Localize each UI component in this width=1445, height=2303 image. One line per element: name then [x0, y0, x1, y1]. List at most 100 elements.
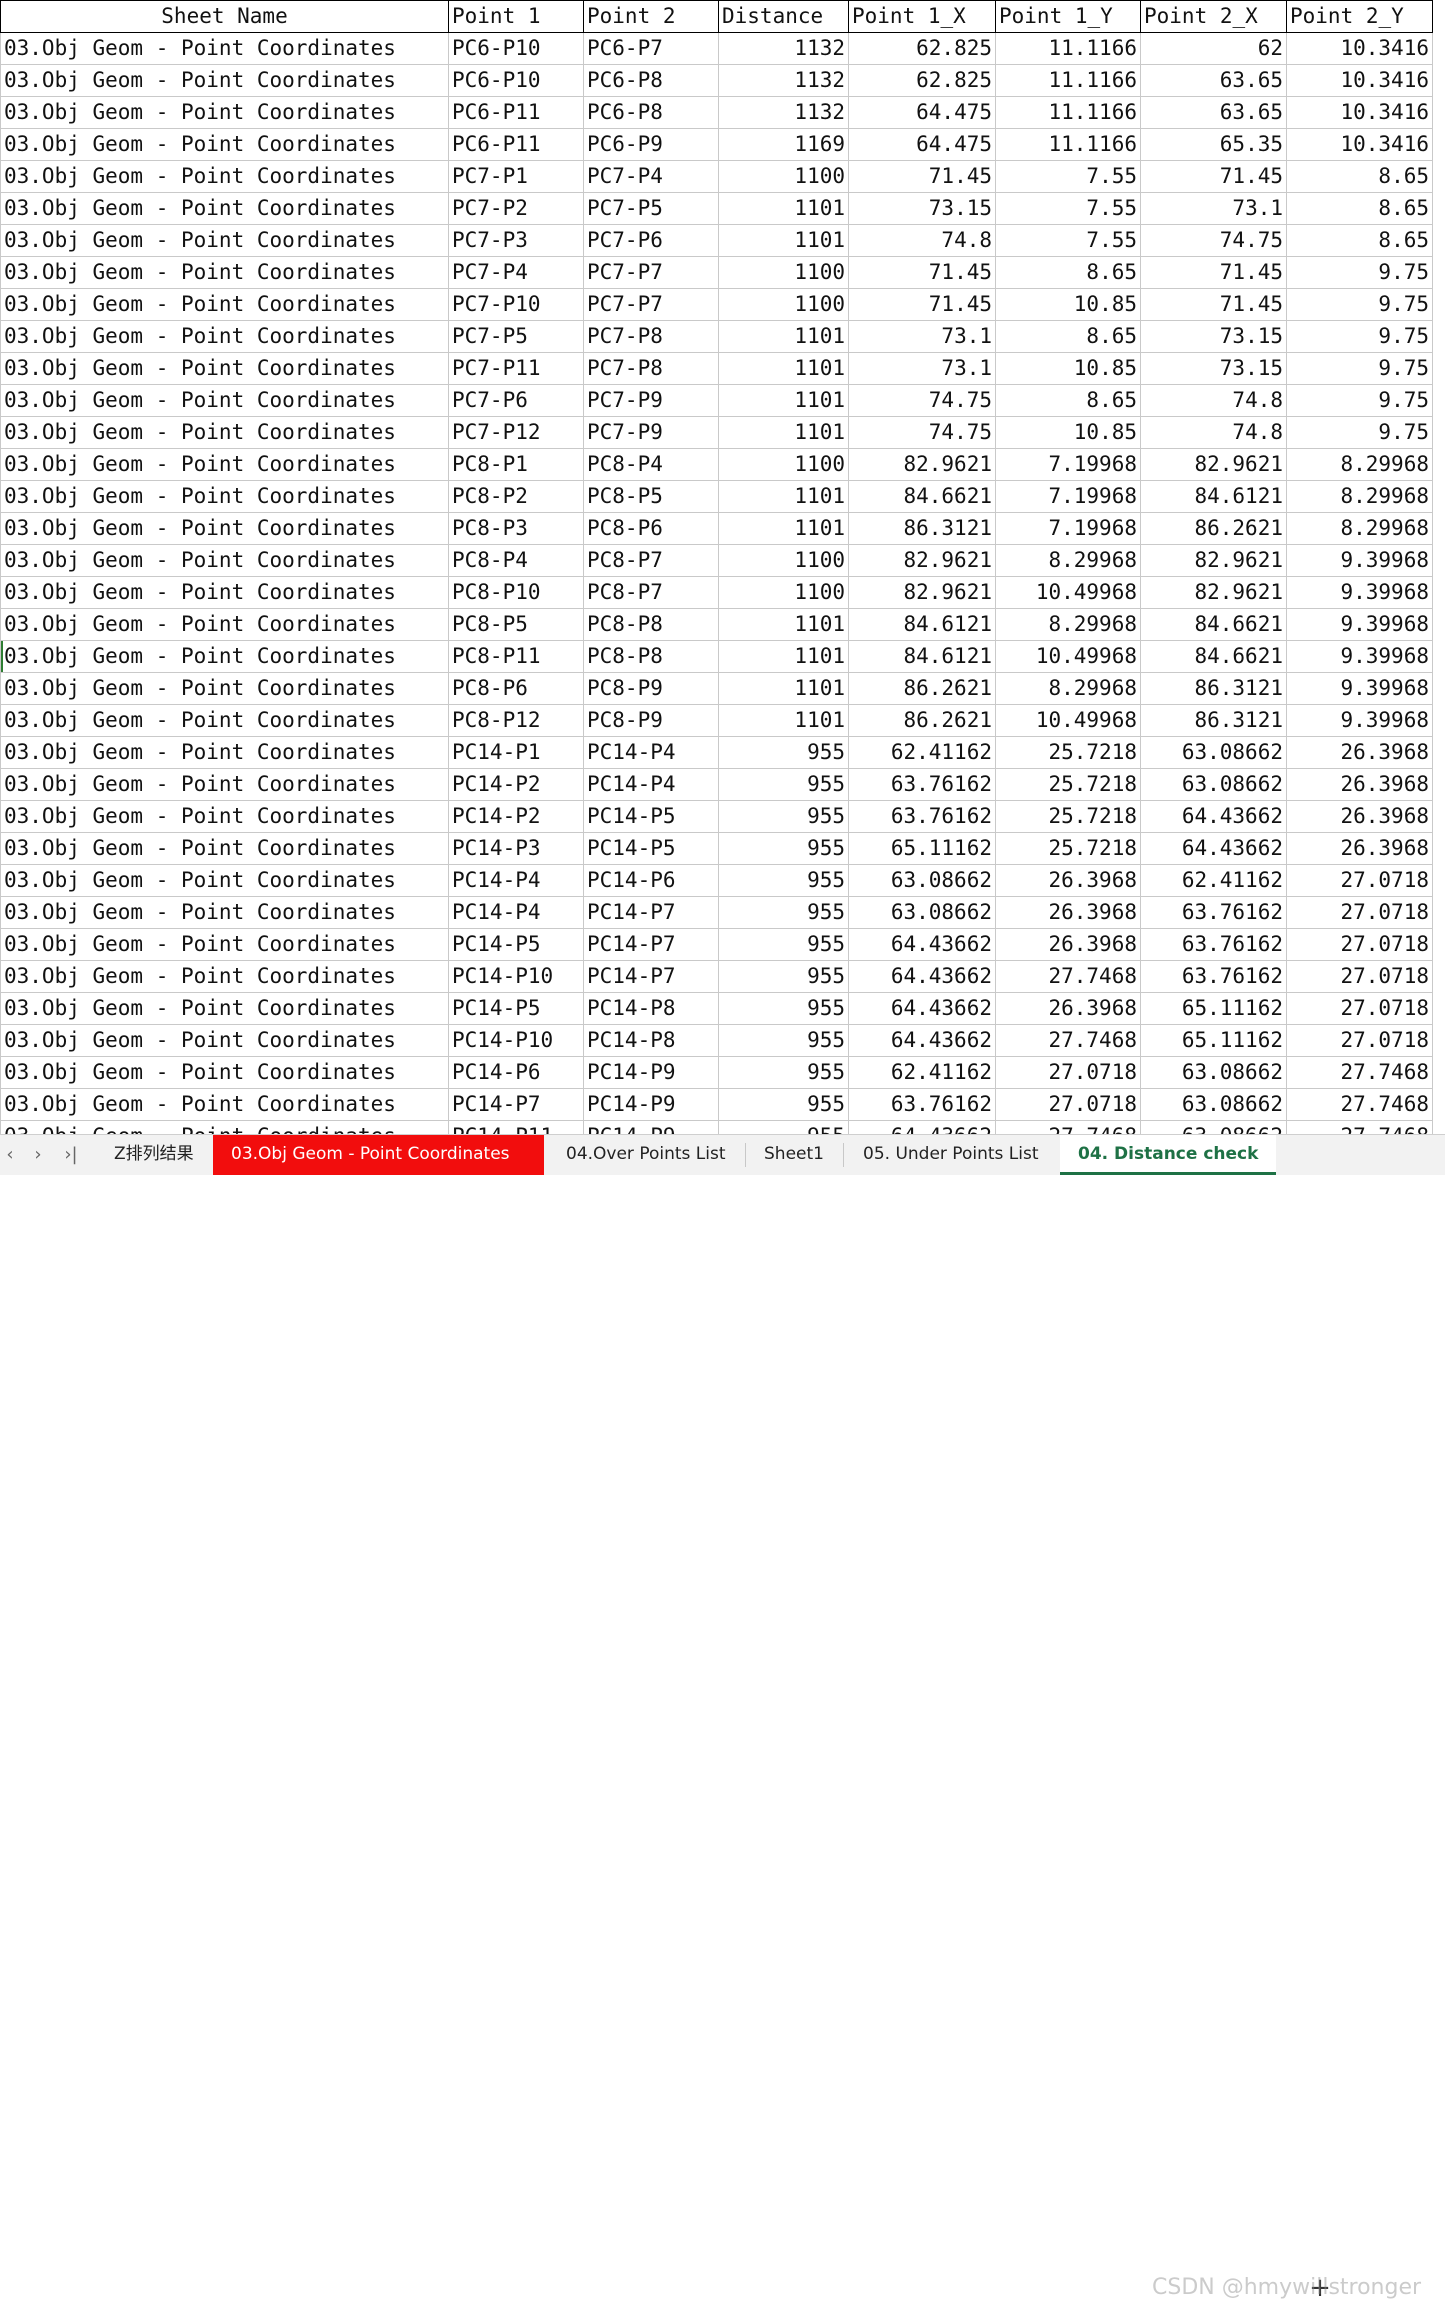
table-cell[interactable]: 8.65 — [995, 320, 1141, 353]
table-cell[interactable]: PC14-P2 — [448, 768, 584, 801]
table-cell[interactable]: 1101 — [718, 416, 849, 449]
table-cell[interactable]: 63.08662 — [1140, 1056, 1287, 1089]
table-cell[interactable]: 63.76162 — [1140, 896, 1287, 929]
table-cell[interactable]: 62.41162 — [848, 736, 996, 769]
table-cell[interactable]: 03.Obj Geom - Point Coordinates — [0, 128, 449, 161]
table-cell[interactable]: 03.Obj Geom - Point Coordinates — [0, 448, 449, 481]
table-cell[interactable]: PC7-P2 — [448, 192, 584, 225]
table-cell[interactable]: 11.1166 — [995, 96, 1141, 129]
table-cell[interactable]: PC14-P4 — [583, 736, 719, 769]
table-cell[interactable]: 27.0718 — [995, 1056, 1141, 1089]
column-header[interactable]: Sheet Name — [0, 0, 449, 33]
table-cell[interactable]: 955 — [718, 736, 849, 769]
table-cell[interactable]: 27.7468 — [995, 1024, 1141, 1057]
table-cell[interactable]: PC7-P7 — [583, 256, 719, 289]
table-cell[interactable]: 955 — [718, 896, 849, 929]
table-cell[interactable]: 1101 — [718, 704, 849, 737]
table-cell[interactable]: 86.2621 — [848, 672, 996, 705]
table-cell[interactable]: 7.19968 — [995, 512, 1141, 545]
table-cell[interactable]: 62 — [1140, 32, 1287, 65]
table-cell[interactable]: 71.45 — [848, 160, 996, 193]
column-header[interactable]: Point 2 — [583, 0, 719, 33]
table-cell[interactable]: 27.0718 — [1286, 864, 1433, 897]
table-cell[interactable]: 03.Obj Geom - Point Coordinates — [0, 320, 449, 353]
table-cell[interactable]: PC8-P7 — [583, 544, 719, 577]
table-cell[interactable]: 9.39968 — [1286, 576, 1433, 609]
table-cell[interactable]: 27.0718 — [1286, 992, 1433, 1025]
table-cell[interactable]: PC8-P2 — [448, 480, 584, 513]
table-cell[interactable]: 9.39968 — [1286, 608, 1433, 641]
table-cell[interactable]: 71.45 — [1140, 256, 1287, 289]
table-cell[interactable]: PC14-P7 — [583, 896, 719, 929]
table-cell[interactable]: 25.7218 — [995, 736, 1141, 769]
table-cell[interactable]: PC14-P9 — [583, 1088, 719, 1121]
table-cell[interactable]: 64.43662 — [1140, 800, 1287, 833]
table-cell[interactable]: 71.45 — [1140, 160, 1287, 193]
table-cell[interactable]: 03.Obj Geom - Point Coordinates — [0, 768, 449, 801]
table-cell[interactable]: 26.3968 — [1286, 736, 1433, 769]
table-cell[interactable]: PC8-P8 — [583, 640, 719, 673]
table-cell[interactable]: 63.08662 — [848, 864, 996, 897]
table-cell[interactable]: PC8-P9 — [583, 672, 719, 705]
table-cell[interactable]: 03.Obj Geom - Point Coordinates — [0, 480, 449, 513]
table-cell[interactable]: PC7-P8 — [583, 320, 719, 353]
table-cell[interactable]: PC6-P10 — [448, 64, 584, 97]
table-cell[interactable]: PC8-P1 — [448, 448, 584, 481]
table-cell[interactable]: 27.7468 — [1286, 1056, 1433, 1089]
table-cell[interactable]: 82.9621 — [848, 544, 996, 577]
table-cell[interactable]: 27.0718 — [1286, 896, 1433, 929]
table-cell[interactable]: 03.Obj Geom - Point Coordinates — [0, 288, 449, 321]
table-cell[interactable]: 82.9621 — [848, 448, 996, 481]
table-cell[interactable]: PC14-P6 — [583, 864, 719, 897]
table-cell[interactable]: 1101 — [718, 640, 849, 673]
table-cell[interactable]: 27.7468 — [1286, 1120, 1433, 1134]
table-cell[interactable]: PC8-P9 — [583, 704, 719, 737]
table-cell[interactable]: 26.3968 — [1286, 800, 1433, 833]
table-cell[interactable]: 10.3416 — [1286, 128, 1433, 161]
table-cell[interactable]: 64.43662 — [848, 960, 996, 993]
table-cell[interactable]: 62.825 — [848, 32, 996, 65]
table-cell[interactable]: 03.Obj Geom - Point Coordinates — [0, 544, 449, 577]
table-cell[interactable]: 64.43662 — [848, 1024, 996, 1057]
table-cell[interactable]: PC8-P5 — [448, 608, 584, 641]
table-cell[interactable]: PC7-P9 — [583, 384, 719, 417]
table-cell[interactable]: 64.43662 — [848, 1120, 996, 1134]
table-cell[interactable]: 1101 — [718, 192, 849, 225]
table-cell[interactable]: 1100 — [718, 288, 849, 321]
table-cell[interactable]: 9.39968 — [1286, 704, 1433, 737]
table-cell[interactable]: PC14-P7 — [448, 1088, 584, 1121]
table-cell[interactable]: 9.75 — [1286, 288, 1433, 321]
table-cell[interactable]: 25.7218 — [995, 832, 1141, 865]
table-cell[interactable]: 8.29968 — [1286, 512, 1433, 545]
table-cell[interactable]: PC7-P11 — [448, 352, 584, 385]
table-cell[interactable]: PC14-P6 — [448, 1056, 584, 1089]
table-cell[interactable]: PC14-P5 — [448, 992, 584, 1025]
table-cell[interactable]: 71.45 — [848, 288, 996, 321]
table-cell[interactable]: PC7-P12 — [448, 416, 584, 449]
table-cell[interactable]: 65.11162 — [1140, 1024, 1287, 1057]
table-cell[interactable]: 1100 — [718, 544, 849, 577]
table-cell[interactable]: 63.65 — [1140, 64, 1287, 97]
table-cell[interactable]: 955 — [718, 768, 849, 801]
table-cell[interactable]: 26.3968 — [995, 992, 1141, 1025]
table-cell[interactable]: 1100 — [718, 448, 849, 481]
table-cell[interactable]: 1101 — [718, 608, 849, 641]
table-cell[interactable]: 25.7218 — [995, 800, 1141, 833]
table-cell[interactable]: 63.08662 — [1140, 1120, 1287, 1134]
table-cell[interactable]: 10.49968 — [995, 640, 1141, 673]
table-cell[interactable]: PC8-P12 — [448, 704, 584, 737]
table-cell[interactable]: 03.Obj Geom - Point Coordinates — [0, 736, 449, 769]
table-cell[interactable]: 1101 — [718, 512, 849, 545]
table-cell[interactable]: PC6-P10 — [448, 32, 584, 65]
table-cell[interactable]: PC7-P4 — [448, 256, 584, 289]
table-cell[interactable]: 9.75 — [1286, 416, 1433, 449]
table-cell[interactable]: 82.9621 — [1140, 448, 1287, 481]
table-cell[interactable]: PC7-P3 — [448, 224, 584, 257]
table-cell[interactable]: PC8-P7 — [583, 576, 719, 609]
table-cell[interactable]: 26.3968 — [1286, 768, 1433, 801]
spreadsheet-grid[interactable]: Sheet Name Point 1 Point 2 Distance Poin… — [0, 0, 1445, 1134]
table-cell[interactable]: 10.3416 — [1286, 96, 1433, 129]
table-cell[interactable]: 63.76162 — [1140, 960, 1287, 993]
table-cell[interactable]: 03.Obj Geom - Point Coordinates — [0, 704, 449, 737]
table-cell[interactable]: PC14-P3 — [448, 832, 584, 865]
